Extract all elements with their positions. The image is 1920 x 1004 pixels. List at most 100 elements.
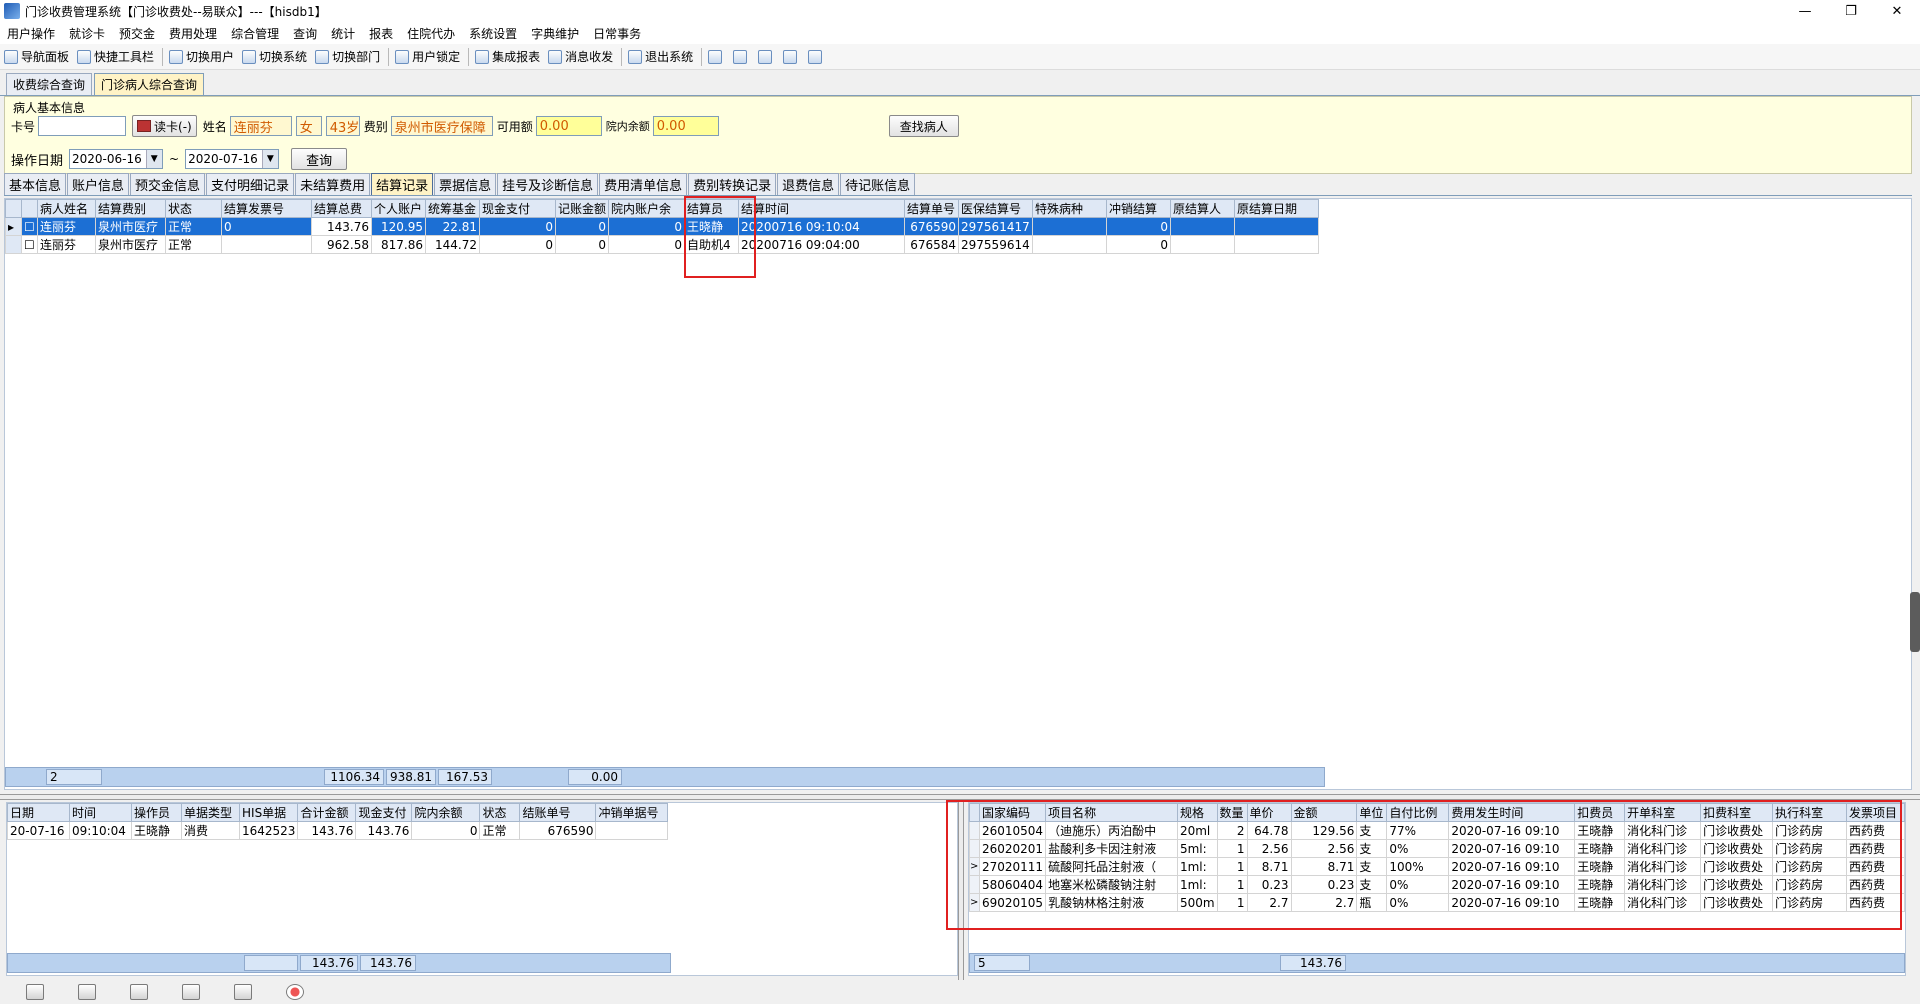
column-header[interactable]: 状态 [165, 199, 222, 218]
table-cell[interactable]: 泉州市医疗 [95, 217, 166, 236]
menu-daily-affairs[interactable]: 日常事务 [586, 25, 648, 42]
column-header[interactable]: 金额 [1290, 803, 1358, 822]
table-cell[interactable]: 2.56 [1246, 839, 1292, 858]
list-icon[interactable] [26, 984, 44, 1000]
tab-payment-detail[interactable]: 支付明细记录 [206, 173, 295, 195]
table-cell[interactable]: 门诊药房 [1772, 875, 1847, 894]
column-header[interactable]: 结算费别 [95, 199, 166, 218]
column-header[interactable]: 现金支付 [355, 803, 413, 822]
table-cell[interactable]: 门诊收费处 [1700, 839, 1774, 858]
column-header[interactable]: 项目名称 [1045, 803, 1178, 822]
table-cell[interactable]: 2020-07-16 09:10 [1448, 893, 1576, 912]
table-cell[interactable]: 0 [411, 821, 481, 840]
column-header[interactable]: 开单科室 [1624, 803, 1702, 822]
table-cell[interactable]: 58060404 [978, 875, 1047, 894]
table-cell[interactable]: 王晓静 [1574, 821, 1626, 840]
column-header[interactable]: 时间 [69, 803, 132, 822]
switch-department-button[interactable]: 切换部门 [315, 48, 380, 65]
table-cell[interactable]: 门诊收费处 [1700, 893, 1774, 912]
column-header[interactable]: 扣费员 [1574, 803, 1626, 822]
table-cell[interactable]: 自助机4 [684, 235, 740, 254]
menu-system-settings[interactable]: 系统设置 [462, 25, 524, 42]
table-cell[interactable]: 地塞米松磷酸钠注射 [1045, 875, 1178, 894]
column-header[interactable]: 结算时间 [738, 199, 906, 218]
table-row[interactable]: >27020111 硫酸阿托品注射液（ 1ml: 1 8.71 8.71 支 100% 2020… [969, 857, 1906, 876]
column-header[interactable]: 原结算日期 [1234, 199, 1320, 218]
table-cell[interactable]: 西药费 [1845, 839, 1906, 858]
column-header[interactable]: HIS单据 [238, 803, 299, 822]
table-cell[interactable]: 26020201 [978, 839, 1047, 858]
table-row[interactable]: 26010504 （迪施乐）丙泊酚中 20ml 2 64.78 129.56 支 77% 202… [969, 821, 1906, 840]
print-icon[interactable] [234, 984, 252, 1000]
column-header[interactable] [969, 803, 980, 822]
table-cell[interactable]: 门诊药房 [1772, 821, 1847, 840]
patient-name-field[interactable]: 连丽芬 [229, 116, 292, 136]
table-cell[interactable]: 门诊药房 [1772, 893, 1847, 912]
table-cell[interactable]: 676590 [519, 821, 597, 840]
redo-icon[interactable] [130, 984, 148, 1000]
column-header[interactable]: 原结算人 [1170, 199, 1236, 218]
column-header[interactable]: 执行科室 [1772, 803, 1847, 822]
fee-type-field[interactable]: 泉州市医疗保障 [390, 116, 493, 136]
available-amount-field[interactable]: 0.00 [535, 116, 602, 136]
table-cell[interactable]: 297561417 [958, 217, 1034, 236]
minimize-button[interactable]: — [1782, 0, 1828, 22]
column-header[interactable]: 结算发票号 [221, 199, 312, 218]
table-row[interactable]: ☐ 连丽芬 泉州市医疗 正常 962.58 817.86 144.72 0 0 … [5, 235, 1320, 254]
column-header[interactable]: 结算单号 [904, 199, 960, 218]
close-button[interactable]: ✕ [1874, 0, 1920, 22]
table-cell[interactable]: 1 [1216, 893, 1248, 912]
table-cell[interactable]: 20200716 09:10:04 [738, 217, 906, 236]
table-cell[interactable]: 1ml: [1176, 875, 1218, 894]
exit-system-button[interactable]: 退出系统 [628, 48, 693, 65]
table-row[interactable]: >69020105 乳酸钠林格注射液 500m 1 2.7 2.7 瓶 0% 2020-07-1… [969, 893, 1906, 912]
vertical-splitter[interactable] [958, 802, 964, 980]
table-cell[interactable]: 西药费 [1845, 857, 1906, 876]
table-cell[interactable]: 2020-07-16 09:10 [1448, 839, 1576, 858]
table-cell[interactable] [1234, 217, 1320, 236]
column-header[interactable]: 统筹基金 [425, 199, 480, 218]
table-cell[interactable]: 09:10:04 [69, 821, 132, 840]
table-cell[interactable] [1170, 217, 1236, 236]
hourglass-icon[interactable] [78, 984, 96, 1000]
table-cell[interactable]: 100% [1386, 857, 1450, 876]
table-cell[interactable] [1234, 235, 1320, 254]
table-cell[interactable]: 0.23 [1290, 875, 1358, 894]
award-tool-button[interactable] [733, 49, 750, 64]
table-cell[interactable]: 0% [1386, 839, 1450, 858]
table-cell[interactable]: 2.7 [1290, 893, 1358, 912]
table-cell[interactable]: 王晓静 [1574, 875, 1626, 894]
column-header[interactable]: 费用发生时间 [1448, 803, 1576, 822]
table-cell[interactable]: 500m [1176, 893, 1218, 912]
copy-tool-button[interactable] [783, 49, 800, 64]
column-header[interactable]: 数量 [1216, 803, 1248, 822]
table-cell[interactable]: 乳酸钠林格注射液 [1045, 893, 1178, 912]
tab-settlement-records[interactable]: 结算记录 [371, 173, 434, 195]
tab-registration-diagnosis[interactable]: 挂号及诊断信息 [497, 173, 599, 195]
column-header[interactable]: 记账金额 [554, 199, 610, 218]
table-cell[interactable]: 0 [1106, 235, 1172, 254]
column-header[interactable]: 操作员 [131, 803, 182, 822]
table-cell[interactable]: 143.76 [311, 217, 372, 236]
messages-button[interactable]: 消息收发 [548, 48, 613, 65]
table-cell[interactable]: 支 [1356, 875, 1388, 894]
table-cell[interactable]: 0 [554, 217, 610, 236]
balance-field[interactable]: 0.00 [652, 116, 719, 136]
column-header[interactable]: 结账单号 [519, 803, 597, 822]
table-cell[interactable]: 门诊收费处 [1700, 857, 1774, 876]
integrated-report-button[interactable]: 集成报表 [475, 48, 540, 65]
table-cell[interactable]: 门诊收费处 [1700, 875, 1774, 894]
table-cell[interactable]: 0 [608, 235, 686, 254]
table-cell[interactable]: 西药费 [1845, 821, 1906, 840]
table-cell[interactable]: 门诊药房 [1772, 857, 1847, 876]
table-cell[interactable]: 20200716 09:04:00 [738, 235, 906, 254]
column-header[interactable]: 日期 [7, 803, 70, 822]
column-header[interactable]: 单价 [1246, 803, 1292, 822]
column-header[interactable]: 特殊病种 [1032, 199, 1108, 218]
column-header[interactable]: 自付比例 [1386, 803, 1450, 822]
column-header[interactable]: 结算员 [684, 199, 740, 218]
date-to-select[interactable]: 2020-07-16 ▼ [185, 149, 280, 169]
table-cell[interactable]: 26010504 [978, 821, 1047, 840]
table-cell[interactable]: 64.78 [1246, 821, 1292, 840]
column-header[interactable] [21, 199, 38, 218]
